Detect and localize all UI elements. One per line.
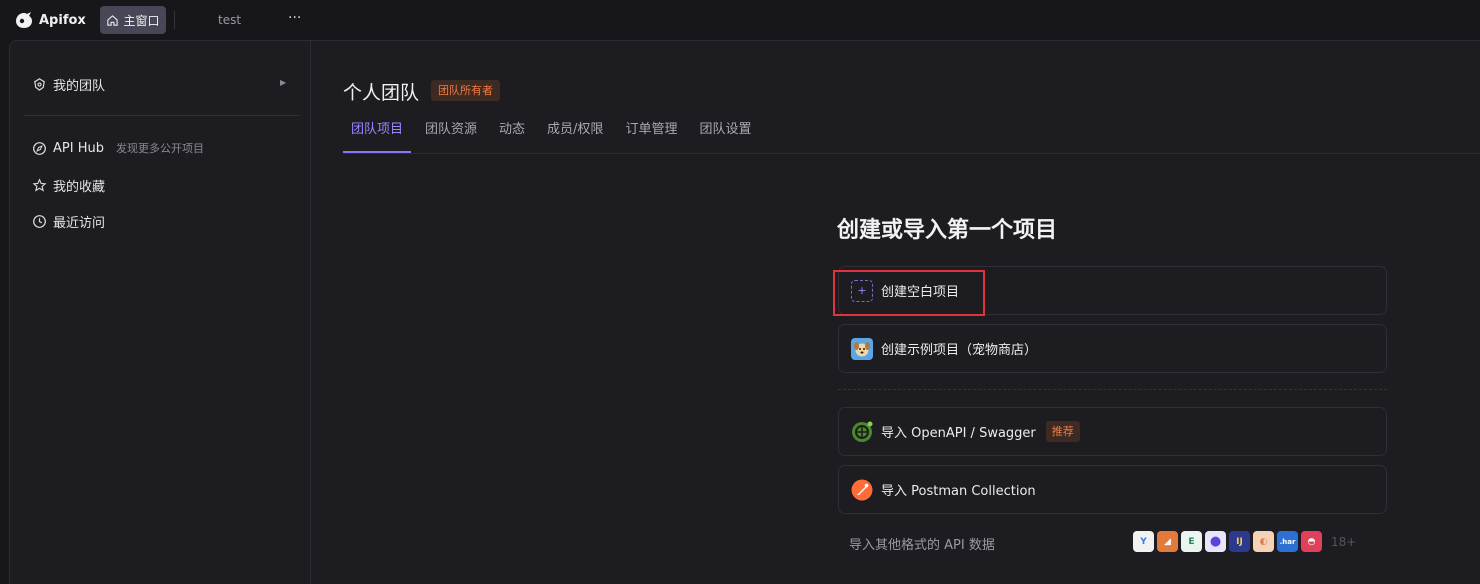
showdoc-icon[interactable]: ● <box>1205 531 1226 552</box>
sidebar-item-api-hub[interactable]: API Hub 发现更多公开项目 <box>32 140 204 156</box>
create-heading: 创建或导入第一个项目 <box>837 218 1058 243</box>
tab-team-projects[interactable]: 团队项目 <box>343 120 412 153</box>
star-icon <box>32 178 47 192</box>
page-title: 个人团队 <box>343 82 420 104</box>
main-panel: 我的团队 ▶ API Hub 发现更多公开项目 我的收藏 最近访问 个人团队 团… <box>9 40 1480 584</box>
tabs-divider <box>343 153 1480 154</box>
recommend-badge: 推荐 <box>1045 421 1080 442</box>
sidebar-item-my-team[interactable]: 我的团队 <box>32 75 105 94</box>
api-hub-hint: 发现更多公开项目 <box>115 142 204 155</box>
import-other-formats-label[interactable]: 导入其他格式的 API 数据 <box>849 534 995 553</box>
tab-members[interactable]: 成员/权限 <box>539 120 611 153</box>
sidebar-item-label: 我的收藏 <box>53 180 106 195</box>
project-tab-test[interactable]: test <box>218 13 241 27</box>
sidebar-item-favorites[interactable]: 我的收藏 <box>32 176 105 195</box>
sidebar-item-label: API Hub <box>53 140 104 156</box>
import-openapi-button[interactable]: 导入 OpenAPI / Swagger 推荐 <box>838 407 1387 456</box>
team-tabs: 团队项目 团队资源 动态 成员/权限 订单管理 团队设置 <box>343 120 765 153</box>
sidebar-item-label: 最近访问 <box>53 216 106 231</box>
expand-arrow-icon[interactable]: ▶ <box>280 78 286 87</box>
compass-icon <box>33 141 46 155</box>
home-tab-label: 主窗口 <box>123 13 160 28</box>
role-badge: 团队所有者 <box>431 80 500 101</box>
home-tab[interactable]: 主窗口 <box>100 6 166 34</box>
card-label: 导入 Postman Collection <box>881 484 1036 499</box>
create-sample-project-button[interactable]: 创建示例项目（宠物商店） <box>838 324 1387 373</box>
dog-icon <box>851 337 873 360</box>
app-logo: Apifox <box>14 10 86 30</box>
tab-activity[interactable]: 动态 <box>491 120 533 153</box>
har-icon[interactable]: .har <box>1277 531 1298 552</box>
yapi-icon[interactable]: Y <box>1133 531 1154 552</box>
apipost-icon[interactable]: ◓ <box>1301 531 1322 552</box>
sidebar: 我的团队 ▶ API Hub 发现更多公开项目 我的收藏 最近访问 <box>10 41 311 584</box>
more-button[interactable]: ··· <box>288 10 301 26</box>
sidebar-item-recent[interactable]: 最近访问 <box>32 212 105 231</box>
rap-icon[interactable]: ◢ <box>1157 531 1178 552</box>
tab-team-resources[interactable]: 团队资源 <box>417 120 485 153</box>
sidebar-item-label: 我的团队 <box>53 79 106 94</box>
team-icon <box>34 78 45 91</box>
section-divider <box>838 389 1387 390</box>
more-formats-count: 18+ <box>1331 534 1357 549</box>
title-bar: Apifox 主窗口 test ··· <box>0 0 1480 40</box>
card-label: 导入 OpenAPI / Swagger <box>881 426 1036 441</box>
tab-divider <box>174 11 175 29</box>
jmeter-icon[interactable]: IJ <box>1229 531 1250 552</box>
highlight-box <box>833 270 985 316</box>
eolink-icon[interactable]: E <box>1181 531 1202 552</box>
import-postman-button[interactable]: 导入 Postman Collection <box>838 465 1387 514</box>
tab-orders[interactable]: 订单管理 <box>617 120 685 153</box>
app-name: Apifox <box>39 12 86 28</box>
apifox-logo-icon <box>16 12 32 28</box>
tab-team-settings[interactable]: 团队设置 <box>691 120 759 153</box>
sidebar-divider <box>24 115 300 116</box>
postman-icon <box>851 479 873 501</box>
clock-icon <box>33 215 46 228</box>
format-icon-list: Y ◢ E ● IJ ◐ .har ◓ 18+ <box>1133 531 1356 552</box>
card-label: 创建示例项目（宠物商店） <box>881 343 1038 358</box>
home-icon <box>107 14 119 26</box>
swagger-icon <box>851 421 873 443</box>
insomnia-icon[interactable]: ◐ <box>1253 531 1274 552</box>
